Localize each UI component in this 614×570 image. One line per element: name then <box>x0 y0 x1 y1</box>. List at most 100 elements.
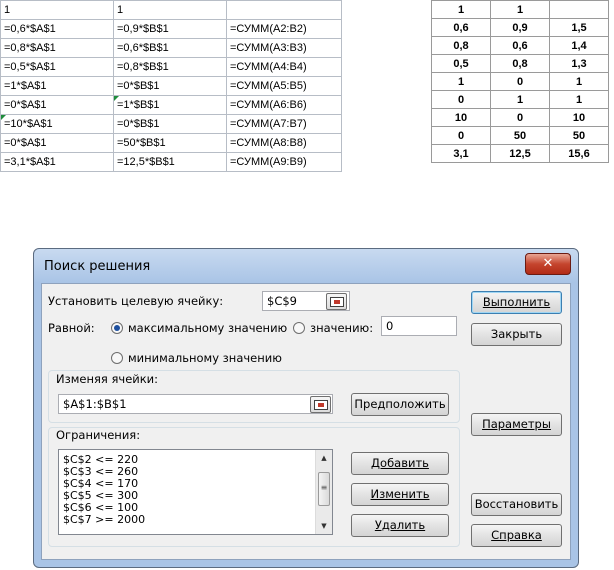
cell[interactable]: 0,6 <box>490 36 550 55</box>
cell[interactable] <box>549 0 609 19</box>
cell[interactable]: 1,3 <box>549 54 609 73</box>
cell[interactable]: 1,4 <box>549 36 609 55</box>
delete-button[interactable]: Удалить <box>351 514 449 537</box>
table-row: 11 <box>431 0 609 19</box>
cell[interactable]: 0 <box>490 72 550 91</box>
radio-min-label[interactable]: минимальному значению <box>128 351 282 365</box>
close-icon[interactable]: ✕ <box>525 253 571 275</box>
close-button[interactable]: Закрыть <box>471 323 562 346</box>
radio-value-label[interactable]: значению: <box>310 321 373 335</box>
scrollbar[interactable]: ▲ ≡ ▼ <box>315 450 332 534</box>
cell[interactable]: =СУММ(A6:B6) <box>226 95 342 115</box>
cell[interactable]: 1 <box>113 0 227 20</box>
help-button[interactable]: Справка <box>471 524 562 547</box>
cell[interactable]: 0 <box>431 126 491 145</box>
cell[interactable]: 0,8 <box>431 36 491 55</box>
cell[interactable]: 1 <box>549 90 609 109</box>
value-input[interactable]: 0 <box>381 316 457 336</box>
cell[interactable]: =1*$A$1 <box>0 76 114 96</box>
radio-value[interactable] <box>293 322 305 334</box>
cell[interactable]: 3,1 <box>431 144 491 163</box>
cell[interactable]: =3,1*$A$1 <box>0 152 114 172</box>
cell[interactable]: =0*$B$1 <box>113 114 227 134</box>
cell-reference-icon[interactable] <box>310 396 331 413</box>
cell-reference-icon[interactable] <box>326 293 347 310</box>
change-button[interactable]: Изменить <box>351 483 449 506</box>
scroll-up-icon[interactable]: ▲ <box>316 450 332 466</box>
cell[interactable]: =0,6*$B$1 <box>113 38 227 58</box>
cell[interactable]: =СУММ(A3:B3) <box>226 38 342 58</box>
cell[interactable]: =10*$A$1 <box>0 114 114 134</box>
cell[interactable]: =СУММ(A9:B9) <box>226 152 342 172</box>
cell[interactable]: 1 <box>0 0 114 20</box>
cell[interactable]: =СУММ(A2:B2) <box>226 19 342 39</box>
cell[interactable]: 1 <box>549 72 609 91</box>
radio-max[interactable] <box>111 322 123 334</box>
cell[interactable]: 50 <box>549 126 609 145</box>
reset-button[interactable]: Восстановить <box>471 493 562 516</box>
table-row: =0*$A$1 =1*$B$1 =СУММ(A6:B6) <box>0 95 342 115</box>
cell[interactable]: =СУММ(A8:B8) <box>226 133 342 153</box>
cell[interactable]: =50*$B$1 <box>113 133 227 153</box>
cell[interactable] <box>226 0 342 20</box>
cell[interactable]: 10 <box>549 108 609 127</box>
cell[interactable]: 0,5 <box>431 54 491 73</box>
options-button[interactable]: Параметры <box>471 413 562 436</box>
cell[interactable]: 50 <box>490 126 550 145</box>
cell[interactable]: =СУММ(A5:B5) <box>226 76 342 96</box>
cell[interactable]: 1 <box>490 90 550 109</box>
error-marker-icon <box>1 115 6 120</box>
solver-dialog: Поиск решения ✕ Установить целевую ячейк… <box>33 248 579 568</box>
radio-max-label[interactable]: максимальному значению <box>128 321 287 335</box>
cell[interactable]: =СУММ(A4:B4) <box>226 57 342 77</box>
cell[interactable]: =0*$B$1 <box>113 76 227 96</box>
cell[interactable]: =0,8*$A$1 <box>0 38 114 58</box>
cell[interactable]: 0 <box>431 90 491 109</box>
cell[interactable]: =0,6*$A$1 <box>0 19 114 39</box>
table-row: 0,5 0,8 1,3 <box>431 54 609 73</box>
table-row: 101 <box>431 72 609 91</box>
guess-button[interactable]: Предположить <box>351 393 449 416</box>
table-row: 3,1 12,5 15,6 <box>431 144 609 163</box>
list-item[interactable]: $C$7 >= 2000 <box>59 514 332 526</box>
equal-to-label: Равной: <box>48 321 95 335</box>
cell[interactable]: =0*$A$1 <box>0 133 114 153</box>
changing-cells-input[interactable]: $A$1:$B$1 <box>58 394 333 414</box>
radio-min[interactable] <box>111 352 123 364</box>
table-row: 10 0 10 <box>431 108 609 127</box>
constraints-label: Ограничения: <box>56 428 141 442</box>
solve-button[interactable]: Выполнить <box>471 291 562 314</box>
cell[interactable]: 10 <box>431 108 491 127</box>
table-row: =1*$A$1 =0*$B$1 =СУММ(A5:B5) <box>0 76 342 96</box>
add-button[interactable]: Добавить <box>351 452 449 475</box>
cell[interactable]: 0,9 <box>490 18 550 37</box>
cell[interactable]: 0,8 <box>490 54 550 73</box>
cell[interactable]: =12,5*$B$1 <box>113 152 227 172</box>
cell[interactable]: =0*$A$1 <box>0 95 114 115</box>
table-row: =3,1*$A$1 =12,5*$B$1 =СУММ(A9:B9) <box>0 152 342 172</box>
table-row: =0,5*$A$1 =0,8*$B$1 =СУММ(A4:B4) <box>0 57 342 77</box>
cell[interactable]: 1,5 <box>549 18 609 37</box>
cell[interactable]: 1 <box>431 0 491 19</box>
table-row: 011 <box>431 90 609 109</box>
cell[interactable]: =СУММ(A7:B7) <box>226 114 342 134</box>
scroll-thumb[interactable]: ≡ <box>318 472 330 506</box>
cell[interactable]: =0,8*$B$1 <box>113 57 227 77</box>
cell[interactable]: 0,6 <box>431 18 491 37</box>
changing-cells-label: Изменяя ячейки: <box>56 372 159 386</box>
table-row: =10*$A$1 =0*$B$1 =СУММ(A7:B7) <box>0 114 342 134</box>
cell[interactable]: 1 <box>431 72 491 91</box>
error-marker-icon <box>114 96 119 101</box>
cell[interactable]: =0,5*$A$1 <box>0 57 114 77</box>
cell[interactable]: 12,5 <box>490 144 550 163</box>
cell[interactable]: =0,9*$B$1 <box>113 19 227 39</box>
table-row: 0,6 0,9 1,5 <box>431 18 609 37</box>
value-sheet: 11 0,6 0,9 1,5 0,8 0,6 1,4 0,5 0,8 1,3 101 011… <box>431 0 609 163</box>
table-row: 1 1 <box>0 0 342 20</box>
cell[interactable]: =1*$B$1 <box>113 95 227 115</box>
cell[interactable]: 1 <box>490 0 550 19</box>
scroll-down-icon[interactable]: ▼ <box>316 518 332 534</box>
cell[interactable]: 15,6 <box>549 144 609 163</box>
cell[interactable]: 0 <box>490 108 550 127</box>
constraints-list[interactable]: $C$2 <= 220 $C$3 <= 260 $C$4 <= 170 $C$5… <box>58 449 333 535</box>
